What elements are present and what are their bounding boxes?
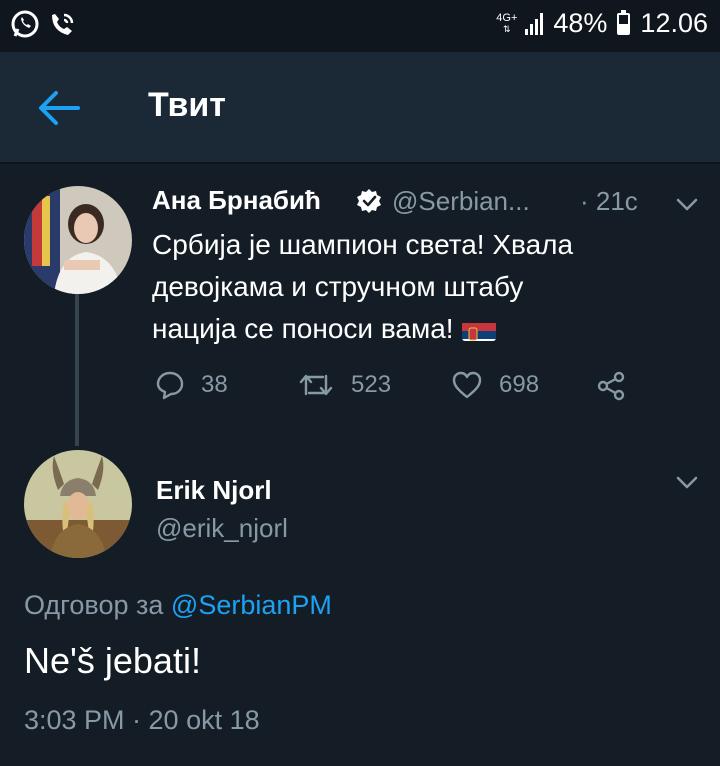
- chevron-down-icon[interactable]: [676, 198, 698, 212]
- signal-icon: [525, 12, 544, 35]
- battery-icon: [617, 9, 631, 35]
- tweet-text: Србија је шампион света! Хвала девојкама…: [152, 224, 592, 350]
- serbia-flag-icon: [461, 317, 496, 341]
- tweet-text-line: Србија је шампион света! Хвала: [152, 229, 574, 260]
- tweet-author-name[interactable]: Ана Брнабић: [152, 185, 321, 216]
- network-label: 4G+: [496, 11, 518, 24]
- reply-text: Ne'š jebati!: [24, 640, 201, 681]
- tweet-text-line: девојкама и стручном штабу: [152, 271, 524, 302]
- share-action[interactable]: [595, 370, 627, 402]
- retweet-action[interactable]: 523: [297, 370, 391, 400]
- reply-author-handle[interactable]: @erik_njorl: [156, 513, 288, 544]
- reply-action[interactable]: 38: [155, 370, 228, 400]
- arrow-left-icon[interactable]: [36, 88, 80, 128]
- chevron-down-icon[interactable]: [676, 476, 698, 490]
- clock: 12.06: [640, 8, 708, 38]
- app-header: Твит: [0, 52, 720, 162]
- avatar[interactable]: [24, 186, 132, 294]
- replying-to: Одговор за @SerbianPM: [24, 590, 332, 621]
- phone-wifi-icon: [52, 13, 74, 35]
- avatar[interactable]: [24, 450, 132, 558]
- whatsapp-icon: [11, 10, 39, 38]
- verified-badge-icon: [357, 189, 381, 213]
- status-right: 4G+ ⇅ 48% 12.06: [496, 8, 708, 39]
- battery-percent: 48%: [553, 8, 608, 38]
- like-count: 698: [499, 371, 540, 398]
- tweet-author-handle[interactable]: @Serbian...: [392, 186, 530, 217]
- thread-line: [75, 294, 79, 446]
- reply-icon: [156, 371, 184, 400]
- reply-timestamp[interactable]: 3:03 PM · 20 okt 18: [24, 705, 260, 736]
- page-title: Твит: [148, 86, 226, 124]
- retweet-count: 523: [351, 371, 392, 398]
- status-bar: 4G+ ⇅ 48% 12.06: [0, 0, 720, 52]
- reply-author-name[interactable]: Erik Njorl: [156, 475, 272, 506]
- status-left-icons: [10, 9, 78, 39]
- tweet-text-line: нација се поноси вама!: [152, 308, 592, 350]
- header-divider: [0, 162, 720, 164]
- data-arrows-icon: ⇅: [503, 23, 511, 34]
- reply-count: 38: [201, 371, 228, 398]
- replying-to-label: Одговор за: [24, 590, 164, 620]
- replying-to-mention[interactable]: @SerbianPM: [171, 590, 332, 620]
- retweet-icon: [299, 374, 333, 396]
- like-action[interactable]: 698: [451, 370, 539, 400]
- heart-icon: [452, 371, 482, 399]
- network-indicator: 4G+ ⇅: [496, 11, 518, 35]
- share-icon: [597, 371, 625, 401]
- tweet-time[interactable]: · 21с: [580, 186, 638, 217]
